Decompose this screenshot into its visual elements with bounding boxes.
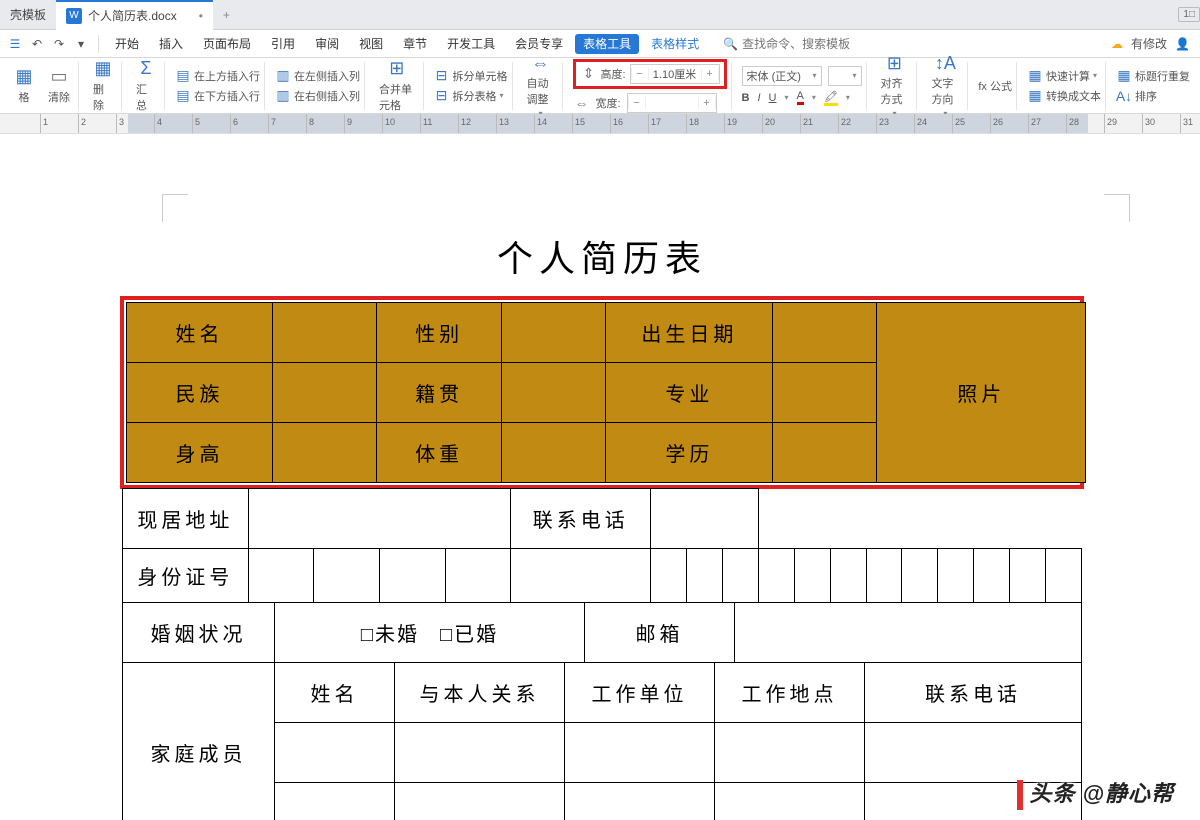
font-size-select[interactable]: ▾: [828, 66, 862, 86]
document-canvas[interactable]: 个人简历表 姓名 性别 出生日期 照片 民族籍贯专业 身高体重学历 现居地址: [0, 134, 1200, 820]
insert-row-above[interactable]: ▤在上方插入行: [175, 68, 260, 84]
fast-calc-button[interactable]: ▦快速计算▾: [1027, 68, 1097, 84]
merge-cells[interactable]: ⊞合并单元格: [375, 59, 419, 113]
clear-button[interactable]: ▭清除: [44, 67, 74, 105]
quick-dropdown[interactable]: ▾: [70, 33, 92, 55]
menu-chapter[interactable]: 章节: [393, 30, 437, 58]
document-filename: 个人简历表.docx: [88, 7, 177, 24]
watermark: 头条 @静心帮: [1017, 776, 1174, 810]
window-indicator[interactable]: 1□: [1178, 7, 1200, 22]
align-button[interactable]: ⊞对齐方式▾: [877, 53, 913, 118]
menu-review[interactable]: 审阅: [305, 30, 349, 58]
pending-changes[interactable]: 有修改: [1131, 35, 1167, 52]
summary-button[interactable]: Σ汇总: [132, 59, 160, 113]
separator: [98, 35, 99, 53]
document-title[interactable]: 个人简历表: [72, 230, 1132, 282]
highlight-button[interactable]: 🖍: [824, 90, 838, 106]
menu-start[interactable]: 开始: [105, 30, 149, 58]
table-row[interactable]: 家庭成员 姓名 与本人关系 工作单位 工作地点 联系电话: [123, 663, 1082, 723]
width-increase[interactable]: +: [698, 97, 716, 109]
row-height-group: ⇕ 高度: − 1.10厘米 +: [573, 59, 726, 89]
collab-icon[interactable]: 👤: [1175, 37, 1190, 51]
search-input[interactable]: [742, 37, 862, 51]
command-search[interactable]: 🔍: [723, 37, 883, 51]
resume-table-family[interactable]: 家庭成员 姓名 与本人关系 工作单位 工作地点 联系电话: [122, 662, 1082, 820]
height-icon: ⇕: [580, 66, 596, 82]
split-table[interactable]: ⊟拆分表格▾: [434, 88, 504, 104]
search-icon: 🔍: [723, 37, 738, 51]
cloud-sync-icon[interactable]: ☁: [1111, 37, 1123, 51]
save-button[interactable]: ☰: [4, 33, 26, 55]
tab-document[interactable]: W 个人简历表.docx •: [56, 0, 213, 30]
height-increase[interactable]: +: [701, 68, 719, 80]
width-input[interactable]: − +: [627, 93, 717, 113]
margin-marker-left: [162, 194, 188, 222]
insert-col-right[interactable]: ▥在右侧插入列: [275, 88, 360, 104]
height-value[interactable]: 1.10厘米: [649, 66, 701, 82]
height-input[interactable]: − 1.10厘米 +: [630, 64, 720, 84]
sort-button[interactable]: A↓排序: [1116, 88, 1157, 104]
font-color-button[interactable]: A: [797, 90, 804, 105]
repeat-header-button[interactable]: ▦标题行重复: [1116, 68, 1190, 84]
split-cell[interactable]: ⊟拆分单元格: [434, 68, 508, 84]
text-direction-button[interactable]: ↕A文字方向▾: [927, 53, 963, 118]
selection-highlight: 姓名 性别 出生日期 照片 民族籍贯专业 身高体重学历: [120, 296, 1084, 489]
autofit-button[interactable]: ⇔自动调整▾: [523, 53, 559, 118]
menu-insert[interactable]: 插入: [149, 30, 193, 58]
table-row[interactable]: 现居地址 联系电话: [123, 489, 1082, 549]
menu-reference[interactable]: 引用: [261, 30, 305, 58]
delete-button[interactable]: ▦删除: [89, 59, 117, 113]
titlebar: 壳模板 W 个人简历表.docx • + 1□: [0, 0, 1200, 30]
undo-button[interactable]: ↶: [26, 33, 48, 55]
menubar: ☰ ↶ ↷ ▾ 开始 插入 页面布局 引用 审阅 视图 章节 开发工具 会员专享…: [0, 30, 1200, 58]
height-decrease[interactable]: −: [631, 68, 649, 80]
resume-table-body[interactable]: 现居地址 联系电话 身份证号: [122, 488, 1082, 603]
menu-table-style[interactable]: 表格样式: [641, 30, 709, 58]
table-row[interactable]: 姓名 性别 出生日期 照片: [127, 303, 1086, 363]
table-row[interactable]: 婚姻状况 □未婚 □已婚 邮箱: [123, 603, 1082, 663]
table-style-button[interactable]: ▦格: [10, 67, 38, 105]
menu-devtools[interactable]: 开发工具: [437, 30, 505, 58]
formula-button[interactable]: fx 公式: [978, 78, 1012, 94]
underline-button[interactable]: U: [769, 92, 777, 104]
menu-pagelayout[interactable]: 页面布局: [193, 30, 261, 58]
tab-add[interactable]: +: [213, 0, 243, 30]
tab-templates[interactable]: 壳模板: [0, 0, 56, 30]
doc-icon: W: [66, 8, 82, 24]
margin-marker-right: [1104, 194, 1130, 222]
menu-table-tools[interactable]: 表格工具: [575, 34, 639, 54]
convert-text-button[interactable]: ▦转换成文本: [1027, 88, 1101, 104]
resume-table-body2[interactable]: 婚姻状况 □未婚 □已婚 邮箱: [122, 602, 1082, 663]
font-family-select[interactable]: 宋体 (正文)▾: [742, 66, 822, 86]
bold-button[interactable]: B: [742, 92, 750, 104]
redo-button[interactable]: ↷: [48, 33, 70, 55]
insert-col-left[interactable]: ▥在左侧插入列: [275, 68, 360, 84]
italic-button[interactable]: I: [757, 92, 760, 104]
ribbon: ▦格 ▭清除 ▦删除 Σ汇总 ▤在上方插入行 ▤在下方插入行 ▥在左侧插入列 ▥…: [0, 58, 1200, 114]
width-label: 宽度:: [595, 95, 620, 111]
menu-view[interactable]: 视图: [349, 30, 393, 58]
page: 个人简历表 姓名 性别 出生日期 照片 民族籍贯专业 身高体重学历 现居地址: [72, 134, 1132, 820]
width-icon: ⇔: [573, 95, 589, 111]
resume-table-selected[interactable]: 姓名 性别 出生日期 照片 民族籍贯专业 身高体重学历: [126, 302, 1086, 483]
insert-row-below[interactable]: ▤在下方插入行: [175, 88, 260, 104]
table-row[interactable]: 身份证号: [123, 549, 1082, 603]
tab-dropdown-icon[interactable]: •: [199, 9, 203, 23]
col-width-group: ⇔ 宽度: − +: [573, 93, 726, 113]
ruler[interactable]: [0, 114, 1200, 134]
height-label: 高度:: [600, 66, 625, 82]
width-decrease[interactable]: −: [628, 97, 646, 109]
